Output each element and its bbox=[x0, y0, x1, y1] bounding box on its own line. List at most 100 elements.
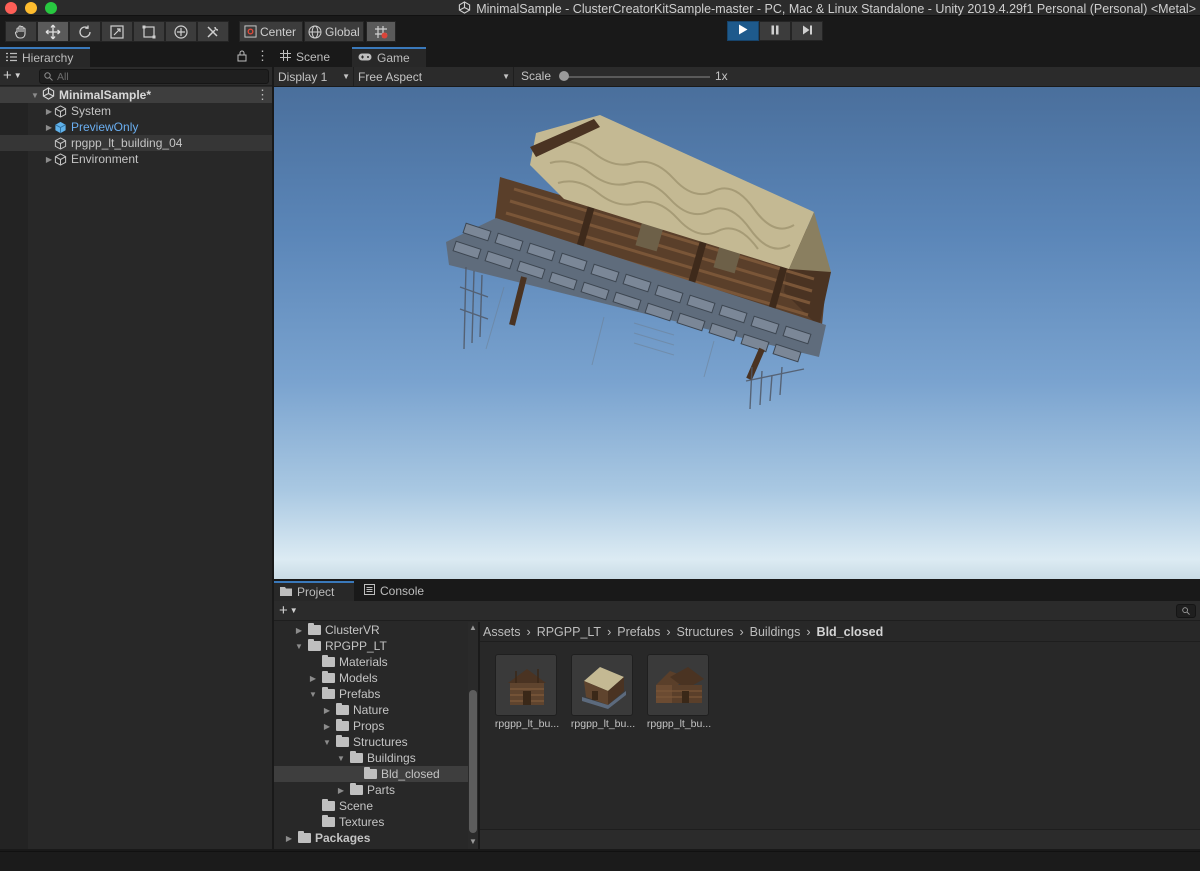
move-tool-button[interactable] bbox=[37, 21, 69, 42]
asset-thumbnail[interactable] bbox=[495, 654, 557, 716]
project-folder-props[interactable]: ▶ Props bbox=[274, 718, 468, 734]
project-folder-nature[interactable]: ▶ Nature bbox=[274, 702, 468, 718]
custom-tool-button[interactable] bbox=[197, 21, 229, 42]
chevron-down-icon[interactable]: ▼ bbox=[30, 91, 40, 100]
display-dropdown[interactable]: Display 1 ▼ bbox=[274, 67, 354, 86]
asset-label[interactable]: rpgpp_lt_bu... bbox=[644, 718, 714, 730]
transform-tool-button[interactable] bbox=[165, 21, 197, 42]
project-folder-label: Buildings bbox=[367, 751, 416, 765]
scroll-up-arrow-icon[interactable]: ▲ bbox=[469, 623, 477, 632]
scale-slider-thumb[interactable] bbox=[559, 71, 569, 81]
pivot-mode-button[interactable]: Center bbox=[239, 21, 303, 42]
window-title: MinimalSample - ClusterCreatorKitSample-… bbox=[458, 1, 1196, 17]
chevron-right-icon[interactable]: ▶ bbox=[294, 626, 304, 635]
chevron-right-icon[interactable]: ▶ bbox=[44, 155, 54, 164]
chevron-right-icon: › bbox=[666, 624, 671, 639]
close-window-button[interactable] bbox=[5, 2, 17, 14]
chevron-right-icon[interactable]: ▶ bbox=[308, 674, 318, 683]
hierarchy-item-previewonly[interactable]: ▶ PreviewOnly bbox=[0, 119, 272, 135]
project-folder-label: Materials bbox=[339, 655, 388, 669]
scene-header-row[interactable]: ▼ MinimalSample* ⋮ bbox=[0, 87, 272, 103]
hierarchy-menu-kebab-icon[interactable]: ⋮ bbox=[256, 49, 269, 63]
play-button[interactable] bbox=[727, 21, 759, 41]
project-folder-clustervr[interactable]: ▶ ClusterVR bbox=[274, 622, 468, 638]
project-folder-bld-closed[interactable]: Bld_closed bbox=[274, 766, 468, 782]
tab-hierarchy[interactable]: Hierarchy bbox=[0, 47, 90, 67]
project-folder-label: Bld_closed bbox=[381, 767, 440, 781]
tab-console[interactable]: Console bbox=[358, 581, 438, 601]
hierarchy-item-environment[interactable]: ▶ Environment bbox=[0, 151, 272, 167]
breadcrumb-item[interactable]: RPGPP_LT bbox=[537, 625, 601, 639]
breadcrumb-item[interactable]: Prefabs bbox=[617, 625, 660, 639]
tree-scrollbar-thumb[interactable] bbox=[469, 690, 477, 833]
chevron-right-icon[interactable]: ▶ bbox=[322, 722, 332, 731]
chevron-right-icon[interactable]: ▶ bbox=[44, 123, 54, 132]
project-folder-structures[interactable]: ▼ Structures bbox=[274, 734, 468, 750]
aspect-dropdown[interactable]: Free Aspect ▼ bbox=[354, 67, 514, 86]
chevron-right-icon[interactable]: ▶ bbox=[336, 786, 346, 795]
folder-icon bbox=[322, 799, 335, 811]
folder-icon bbox=[280, 585, 292, 599]
project-folder-tree: ▶ ClusterVR ▼ RPGPP_LT Materials ▶ Models ▼ Pref… bbox=[274, 622, 468, 849]
create-dropdown-button[interactable]: + ▼ bbox=[3, 68, 22, 83]
search-icon bbox=[44, 70, 53, 84]
hierarchy-item-label: Environment bbox=[71, 152, 139, 166]
tab-game[interactable]: Game bbox=[352, 47, 426, 67]
hierarchy-item-rpgpp-lt-building-04[interactable]: rpgpp_lt_building_04 bbox=[0, 135, 272, 151]
project-folder-models[interactable]: ▶ Models bbox=[274, 670, 468, 686]
scene-menu-kebab-icon[interactable]: ⋮ bbox=[256, 87, 269, 103]
rect-tool-button[interactable] bbox=[133, 21, 165, 42]
chevron-down-icon[interactable]: ▼ bbox=[294, 642, 304, 651]
project-folder-materials[interactable]: Materials bbox=[274, 654, 468, 670]
step-button[interactable] bbox=[791, 21, 823, 41]
project-folder-textures[interactable]: Textures bbox=[274, 814, 468, 830]
project-folder-label: ClusterVR bbox=[325, 623, 380, 637]
tab-scene[interactable]: Scene bbox=[274, 47, 350, 67]
building-preview-icon bbox=[508, 669, 546, 705]
rotate-tool-button[interactable] bbox=[69, 21, 101, 42]
project-folder-parts[interactable]: ▶ Parts bbox=[274, 782, 468, 798]
project-folder-buildings[interactable]: ▼ Buildings bbox=[274, 750, 468, 766]
asset-label[interactable]: rpgpp_lt_bu... bbox=[492, 718, 562, 730]
pivot-rotation-button[interactable]: Global bbox=[304, 21, 364, 42]
scroll-down-arrow-icon[interactable]: ▼ bbox=[469, 837, 477, 846]
project-folder-rpgpp-lt[interactable]: ▼ RPGPP_LT bbox=[274, 638, 468, 654]
tree-scrollbar[interactable]: ▲ ▼ bbox=[468, 622, 478, 849]
title-bar: MinimalSample - ClusterCreatorKitSample-… bbox=[0, 0, 1200, 16]
scale-tool-button[interactable] bbox=[101, 21, 133, 42]
minimize-window-button[interactable] bbox=[25, 2, 37, 14]
hierarchy-item-system[interactable]: ▶ System bbox=[0, 103, 272, 119]
tab-project[interactable]: Project bbox=[274, 581, 354, 601]
asset-thumbnail[interactable] bbox=[571, 654, 633, 716]
project-folder-prefabs[interactable]: ▼ Prefabs bbox=[274, 686, 468, 702]
grid-snap-icon bbox=[373, 24, 389, 40]
hierarchy-search-field[interactable]: All bbox=[39, 69, 269, 84]
project-search-field[interactable] bbox=[1176, 604, 1196, 618]
pause-icon bbox=[770, 24, 780, 38]
project-create-dropdown-button[interactable]: + ▼ bbox=[279, 603, 298, 618]
chevron-down-icon[interactable]: ▼ bbox=[336, 754, 346, 763]
game-viewport[interactable] bbox=[274, 87, 1200, 579]
chevron-right-icon[interactable]: ▶ bbox=[284, 834, 294, 843]
hand-icon bbox=[13, 24, 29, 40]
folder-icon bbox=[364, 767, 377, 779]
pause-button[interactable] bbox=[759, 21, 791, 41]
hand-tool-button[interactable] bbox=[5, 21, 37, 42]
chevron-down-icon[interactable]: ▼ bbox=[308, 690, 318, 699]
asset-label[interactable]: rpgpp_lt_bu... bbox=[568, 718, 638, 730]
chevron-right-icon[interactable]: ▶ bbox=[44, 107, 54, 116]
breadcrumb-item[interactable]: Assets bbox=[483, 625, 521, 639]
project-folder-label: Props bbox=[353, 719, 385, 733]
chevron-right-icon[interactable]: ▶ bbox=[322, 706, 332, 715]
grid-snap-button[interactable] bbox=[366, 21, 396, 42]
project-folder-packages[interactable]: ▶ Packages bbox=[274, 830, 468, 846]
project-folder-scene[interactable]: Scene bbox=[274, 798, 468, 814]
breadcrumb-item[interactable]: Structures bbox=[677, 625, 734, 639]
scale-slider-track[interactable] bbox=[564, 76, 710, 78]
breadcrumb-item[interactable]: Buildings bbox=[750, 625, 801, 639]
zoom-window-button[interactable] bbox=[45, 2, 57, 14]
chevron-down-icon[interactable]: ▼ bbox=[322, 738, 332, 747]
breadcrumb-current[interactable]: Bld_closed bbox=[817, 625, 884, 639]
lock-icon[interactable] bbox=[237, 50, 247, 65]
asset-thumbnail[interactable] bbox=[647, 654, 709, 716]
